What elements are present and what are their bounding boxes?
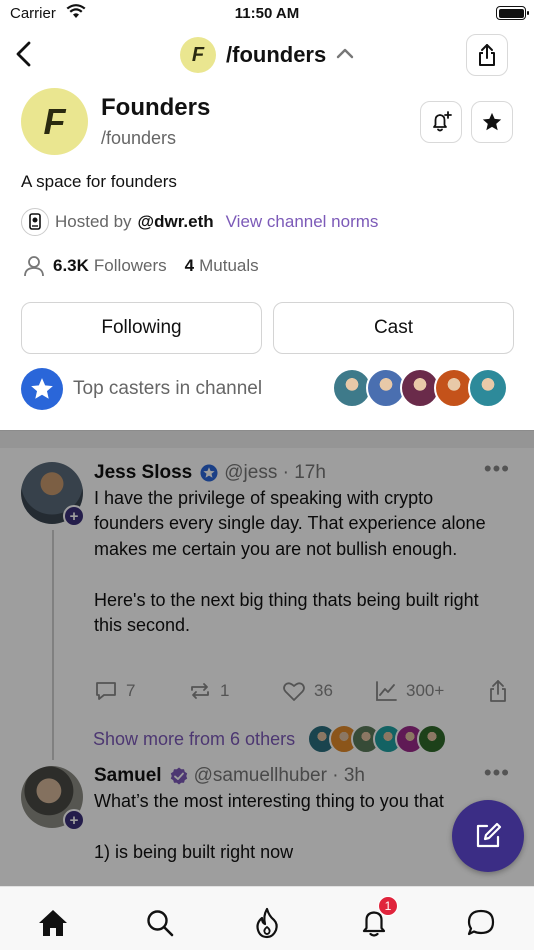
more-options-button[interactable]: ••• xyxy=(484,760,510,786)
star-badge-icon xyxy=(21,368,63,410)
person-icon xyxy=(24,256,44,277)
tab-home[interactable] xyxy=(35,905,71,941)
notification-settings-button[interactable] xyxy=(420,101,462,143)
channel-handle: /founders xyxy=(101,128,177,148)
home-icon xyxy=(39,910,67,936)
share-post-button[interactable] xyxy=(488,678,508,704)
post-text: What’s the most interesting thing to you… xyxy=(94,791,444,862)
bell-plus-icon xyxy=(433,111,452,132)
following-button[interactable]: Following xyxy=(21,302,262,354)
mutuals-label[interactable]: Mutuals xyxy=(199,256,259,276)
battery-icon xyxy=(496,6,529,20)
tab-trending[interactable] xyxy=(249,905,285,941)
channel-description: A space for founders xyxy=(21,172,177,191)
feed: + Jess Sloss @jess · 17h ••• I have the … xyxy=(0,448,534,886)
nav-title: /founders xyxy=(226,42,327,67)
more-options-button[interactable]: ••• xyxy=(484,456,510,482)
chevron-left-icon xyxy=(16,41,31,67)
author-name[interactable]: Jess Sloss xyxy=(94,462,192,484)
share-button[interactable] xyxy=(466,34,508,76)
author-name[interactable]: Samuel xyxy=(94,765,162,787)
back-button[interactable] xyxy=(14,38,42,70)
cast-button[interactable]: Cast xyxy=(273,302,514,354)
search-icon xyxy=(147,910,174,937)
author-handle[interactable]: @samuellhuber · 3h xyxy=(194,765,365,787)
tab-messages[interactable] xyxy=(463,905,499,941)
status-bar: Carrier 11:50 AM xyxy=(0,0,534,28)
post-text: I have the privilege of speaking with cr… xyxy=(94,488,486,636)
channel-logo: F xyxy=(21,88,88,155)
post-actions: 7 1 36 300+ xyxy=(94,678,514,704)
hosted-by-label: Hosted by xyxy=(55,212,132,231)
recast-icon xyxy=(191,683,209,699)
channel-switcher[interactable]: F /founders xyxy=(180,36,354,74)
like-button[interactable]: 36 xyxy=(282,678,333,704)
notification-badge: 1 xyxy=(378,896,398,916)
tab-notifications[interactable]: 1 xyxy=(356,896,398,941)
host-handle-link[interactable]: @dwr.eth xyxy=(138,212,214,232)
show-more-label[interactable]: Show more from 6 others xyxy=(93,729,295,750)
channel-stats: 6.3K Followers 4 Mutuals xyxy=(23,253,259,279)
chat-bubble-icon xyxy=(467,909,495,936)
channel-actions: Following Cast xyxy=(21,302,514,354)
reply-avatar xyxy=(417,724,448,754)
hosted-by-row: Hosted by @dwr.eth View channel norms xyxy=(21,208,378,236)
chart-icon xyxy=(376,681,397,701)
post-header: Jess Sloss @jess · 17h xyxy=(94,461,326,485)
chevron-up-icon xyxy=(336,46,354,64)
status-time: 11:50 AM xyxy=(234,5,300,22)
recast-button[interactable]: 1 xyxy=(188,678,229,704)
compose-button[interactable] xyxy=(452,800,524,872)
followers-count[interactable]: 6.3K xyxy=(53,256,89,276)
share-icon xyxy=(479,44,495,66)
host-avatar[interactable] xyxy=(21,208,49,236)
share-icon xyxy=(490,680,506,702)
power-badge-icon xyxy=(200,464,218,482)
section-divider xyxy=(0,430,534,448)
channel-name: Founders xyxy=(101,94,211,121)
channel-norms-link[interactable]: View channel norms xyxy=(226,212,379,232)
tab-search[interactable] xyxy=(142,905,178,941)
flame-icon xyxy=(256,907,278,939)
followers-label[interactable]: Followers xyxy=(94,256,167,276)
tab-bar: 1 xyxy=(0,886,534,950)
follow-plus-icon[interactable]: + xyxy=(63,809,85,831)
recast-count: 1 xyxy=(220,681,230,700)
views-count: 300+ xyxy=(406,681,445,700)
views-stat[interactable]: 300+ xyxy=(374,678,444,704)
caster-avatar[interactable] xyxy=(468,368,508,408)
verified-badge-icon xyxy=(170,767,188,785)
star-icon xyxy=(482,112,502,131)
post-header: Samuel @samuellhuber · 3h xyxy=(94,764,365,788)
author-handle[interactable]: @jess · 17h xyxy=(224,462,326,484)
top-casters-row[interactable]: Top casters in channel xyxy=(21,368,514,410)
reply-count: 7 xyxy=(126,681,136,700)
like-count: 36 xyxy=(314,681,333,700)
follow-plus-icon[interactable]: + xyxy=(63,505,85,527)
nav-bar: F /founders xyxy=(0,30,534,80)
comment-icon xyxy=(96,682,116,700)
top-casters-label: Top casters in channel xyxy=(73,378,263,399)
heart-icon xyxy=(283,682,305,701)
channel-mini-logo: F xyxy=(180,37,216,73)
show-more-link[interactable]: Show more from 6 others xyxy=(93,723,448,755)
compose-icon xyxy=(476,822,502,848)
top-casters-avatars[interactable] xyxy=(332,368,508,408)
reply-button[interactable]: 7 xyxy=(94,678,135,704)
mutuals-count[interactable]: 4 xyxy=(185,256,194,276)
favorite-button[interactable] xyxy=(471,101,513,143)
show-more-avatars xyxy=(307,724,448,754)
thread-line xyxy=(52,530,54,760)
